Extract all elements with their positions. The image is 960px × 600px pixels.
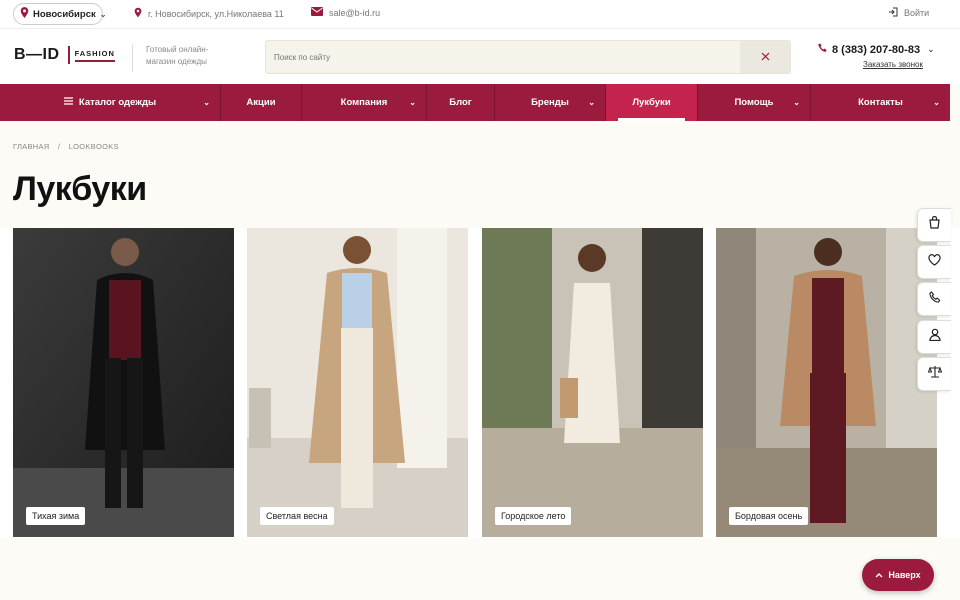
lookbook-image [482,228,703,537]
chevron-down-icon: ⌄ [933,98,940,107]
menu-icon [63,97,73,108]
nav-label: Лукбуки [632,97,671,108]
address-text: г. Новосибирск, ул.Николаева 11 [148,8,284,19]
logo[interactable]: B—ID FASHION [14,46,115,64]
login-text: Войти [904,8,930,18]
chevron-down-icon: ⌄ [927,44,935,54]
search-box [265,40,791,74]
callback-link[interactable]: Заказать звонок [863,60,923,69]
login-link[interactable]: Войти [888,7,929,19]
lookbook-card-label: Светлая весна [260,507,334,525]
chevron-down-icon: ⌄ [793,98,800,107]
logo-divider [67,46,70,64]
scales-icon [927,365,942,383]
top-bar: Новосибирск ⌄ г. Новосибирск, ул.Николае… [0,0,960,28]
chevron-up-icon [875,570,883,580]
nav-item-catalog[interactable]: Каталог одежды ⌄ [0,84,221,121]
nav-item-promo[interactable]: Акции [221,84,302,121]
breadcrumb: ГЛАВНАЯ / LOOKBOOKS [13,142,119,151]
nav-label: Каталог одежды [78,97,157,108]
lookbook-image [247,228,468,537]
address: г. Новосибирск, ул.Николаева 11 [134,7,284,20]
lookbook-image [13,228,234,537]
nav-item-contacts[interactable]: Контакты ⌄ [811,84,950,121]
location-pin-icon [134,7,142,20]
lookbook-card[interactable]: Тихая зима [13,228,234,537]
nav-label: Акции [246,97,276,108]
nav-label: Блог [449,97,472,108]
favorites-button[interactable] [917,245,951,279]
mail-icon [311,7,323,18]
chevron-down-icon: ⌄ [203,98,210,107]
breadcrumb-home[interactable]: ГЛАВНАЯ [13,142,50,151]
account-button[interactable] [917,320,951,354]
login-icon [888,7,898,19]
user-icon [928,328,941,346]
search-input[interactable] [266,41,742,73]
nav-label: Помощь [734,97,774,108]
header: B—ID FASHION Готовый онлайн-магазин одеж… [0,28,960,84]
nav-item-help[interactable]: Помощь ⌄ [698,84,811,121]
phone-number[interactable]: 8 (383) 207-80-83 ⌄ [818,43,935,56]
tagline: Готовый онлайн-магазин одежды [146,45,209,66]
chevron-down-icon: ⌄ [99,9,107,19]
nav-label: Контакты [858,97,903,108]
city-label: Новосибирск [33,8,96,20]
phone-icon [928,290,941,308]
lookbook-card[interactable]: Бордовая осень [716,228,937,537]
phone-text: 8 (383) 207-80-83 [832,43,921,56]
breadcrumb-separator: / [57,142,61,151]
page-title: Лукбуки [13,170,147,208]
nav-item-blog[interactable]: Блог [427,84,495,121]
tagline-wrap: Готовый онлайн-магазин одежды [132,44,226,72]
nav-label: Бренды [531,97,569,108]
call-button[interactable] [917,282,951,316]
email-text: sale@b-id.ru [329,7,381,18]
breadcrumb-current: LOOKBOOKS [68,142,119,151]
lookbook-card-label: Тихая зима [26,507,86,525]
lookbook-grid: Тихая зима Светлая весна Городское лето [0,228,960,538]
nav-item-lookbooks[interactable]: Лукбуки [606,84,698,121]
heart-icon [928,253,941,271]
close-icon [761,50,770,64]
lookbook-card[interactable]: Светлая весна [247,228,468,537]
cart-icon [928,215,941,234]
cart-button[interactable] [917,208,951,242]
chevron-down-icon: ⌄ [588,98,595,107]
main-nav: Каталог одежды ⌄ Акции Компания ⌄ Блог Б… [0,84,950,121]
city-selector[interactable]: Новосибирск ⌄ [13,3,106,25]
lookbook-card-label: Бордовая осень [729,507,809,525]
compare-button[interactable] [917,357,951,391]
email-link[interactable]: sale@b-id.ru [311,7,380,18]
nav-item-company[interactable]: Компания ⌄ [302,84,427,121]
logo-sub: FASHION [74,49,115,62]
nav-label: Компания [340,97,388,108]
back-to-top-label: Наверх [888,570,921,580]
search-clear-button[interactable] [740,41,790,73]
nav-item-brands[interactable]: Бренды ⌄ [495,84,606,121]
chevron-down-icon: ⌄ [409,98,416,107]
phone-icon [818,43,828,56]
logo-main: B—ID [14,46,60,63]
lookbook-card-label: Городское лето [495,507,572,525]
back-to-top-button[interactable]: Наверх [862,559,934,591]
location-pin-icon [20,7,29,21]
lookbook-image [716,228,937,537]
lookbook-card[interactable]: Городское лето [482,228,703,537]
